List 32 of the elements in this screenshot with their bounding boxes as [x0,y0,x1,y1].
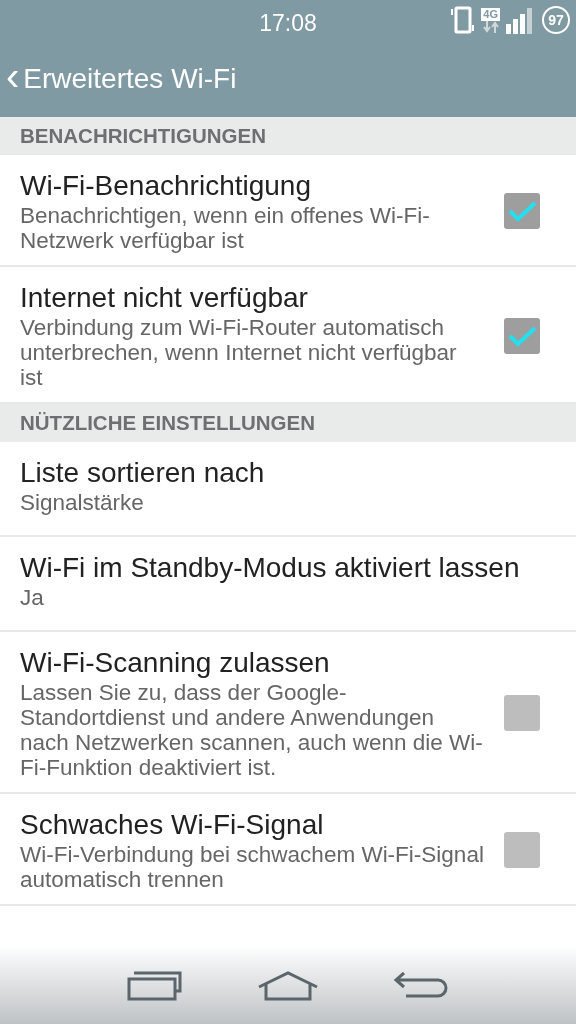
item-summary: Ja [20,585,45,610]
checkbox[interactable] [504,193,540,229]
item-summary: Lassen Sie zu, dass der Google-Standortdienst und andere Anwendungen nach Netzwerken scannen, auch wenn die Wi-Fi-Funktion deaktiviert ist. [20,680,484,780]
home-icon[interactable] [257,971,319,1001]
settings-item[interactable]: Wi-Fi-Scanning zulassen Lassen Sie zu, dass der Google-Standortdienst und andere Anwendungen nach Netzwerken scannen, auch wenn die Wi-Fi-Funktion deaktiviert ist. [0,632,576,794]
settings-item[interactable]: Wi-Fi im Standby-Modus aktiviert lassen Ja [0,537,576,632]
section-header: NÜTZLICHE EINSTELLUNGEN [0,404,576,442]
item-title: Wi-Fi im Standby-Modus aktiviert lassen [20,551,521,585]
section-header: BENACHRICHTIGUNGEN [0,117,576,155]
item-summary: Signalstärke [20,490,145,515]
back-icon[interactable] [393,971,449,1001]
item-title: Wi-Fi-Scanning zulassen [20,646,331,680]
phone-icon [451,5,476,35]
settings-item[interactable]: Liste sortieren nach Signalstärke [0,442,576,537]
data-arrows-icon [481,20,500,33]
item-summary: Verbindung zum Wi-Fi-Router automatisch unterbrechen, wenn Internet nicht verfügbar ist [20,315,458,390]
checkbox[interactable] [504,832,540,868]
item-summary: Wi-Fi-Verbindung bei schwachem Wi-Fi-Signal automatisch trennen [20,842,484,892]
item-summary: Benachrichtigen, wenn ein offenes Wi-Fi-Netzwerk verfügbar ist [20,203,431,253]
checkbox[interactable] [504,317,540,354]
recent-apps-icon[interactable] [127,971,183,1001]
item-title: Internet nicht verfügbar [20,281,309,315]
network-type: 4G [481,7,500,21]
item-title: Liste sortieren nach [20,456,266,490]
checkbox[interactable] [504,695,540,731]
screen-title: Erweitertes Wi-Fi [23,61,237,96]
settings-item[interactable]: Schwaches Wi-Fi-Signal Wi-Fi-Verbindung bei schwachem Wi-Fi-Signal automatisch trennen [0,794,576,906]
item-title: Wi-Fi-Benachrichtigung [20,169,312,203]
settings-item[interactable]: Wi-Fi-Benachrichtigung Benachrichtigen, wenn ein offenes Wi-Fi-Netzwerk verfügbar ist [0,155,576,267]
clock: 17:08 [259,9,317,38]
battery-level: 97 [542,6,570,34]
item-title: Schwaches Wi-Fi-Signal [20,808,325,842]
